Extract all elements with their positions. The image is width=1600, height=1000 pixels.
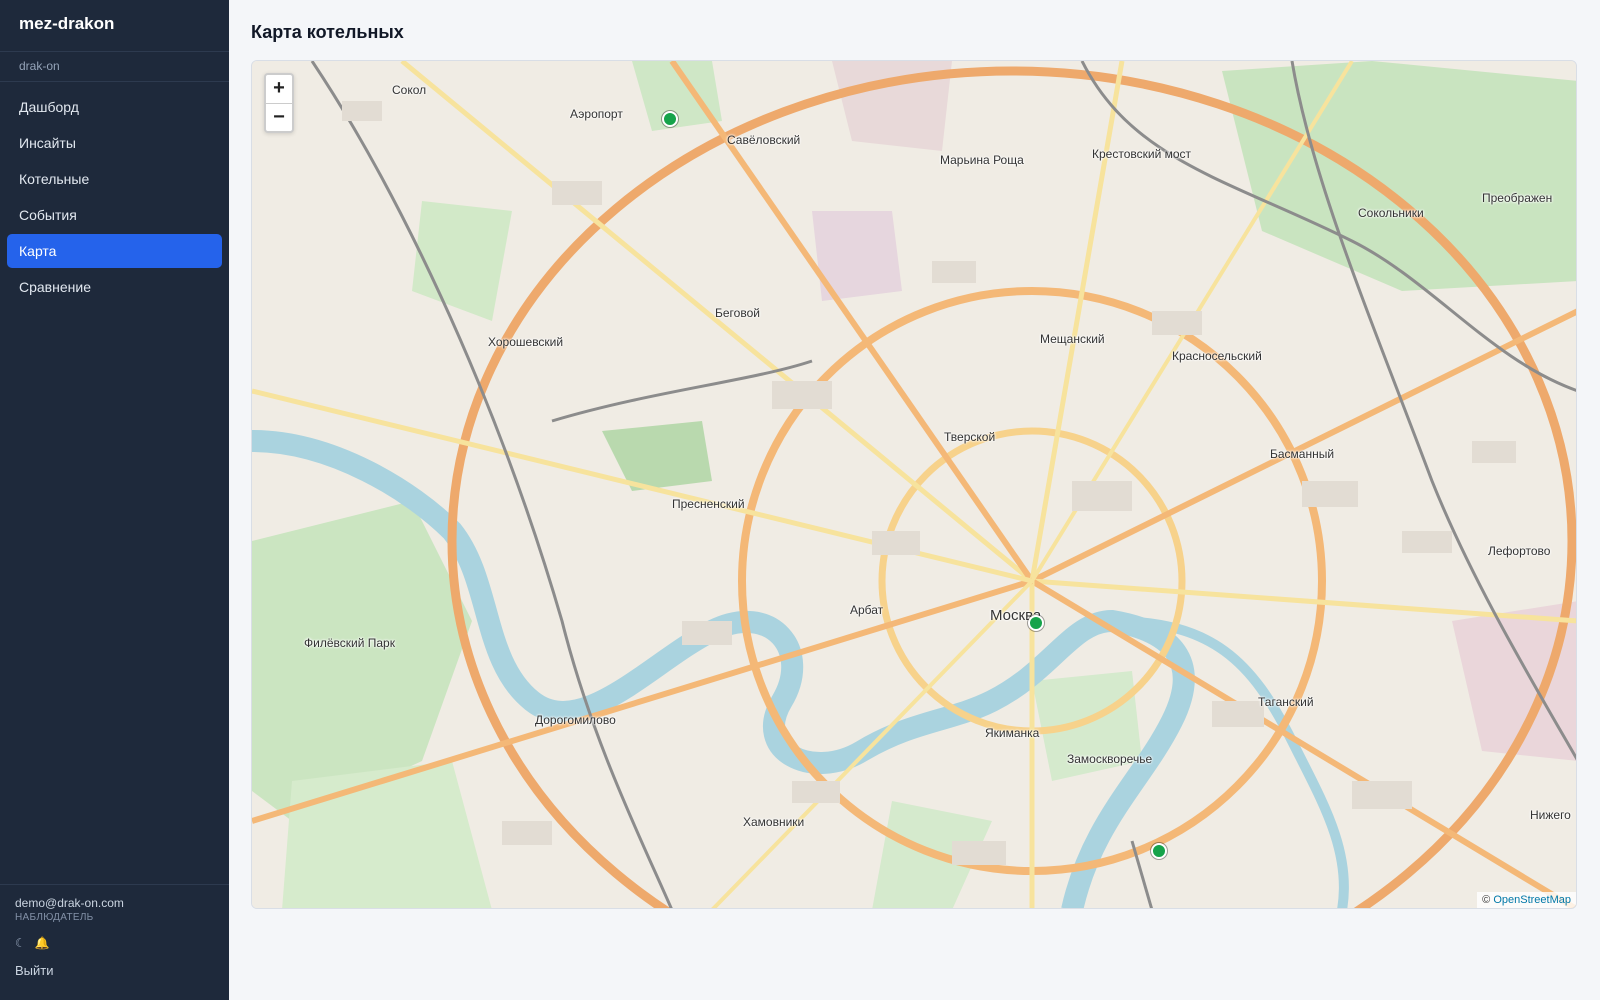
footer-icons: ☾ 🔔 (15, 936, 214, 950)
bell-icon[interactable]: 🔔 (35, 936, 50, 950)
sidebar-item-label: Сравнение (19, 279, 91, 295)
boiler-marker[interactable] (1151, 843, 1167, 859)
sidebar-nav: Дашборд Инсайты Котельные События Карта … (0, 82, 229, 304)
logout-button[interactable]: Выйти (15, 963, 214, 978)
sidebar-item-events[interactable]: События (7, 198, 222, 232)
map-attribution: © OpenStreetMap (1477, 892, 1576, 908)
sidebar-item-label: Инсайты (19, 135, 76, 151)
sidebar-item-boilers[interactable]: Котельные (7, 162, 222, 196)
sidebar-footer: demo@drak-on.com НАБЛЮДАТЕЛЬ ☾ 🔔 Выйти (0, 884, 229, 1000)
theme-toggle-icon[interactable]: ☾ (15, 936, 26, 950)
sidebar-item-label: События (19, 207, 77, 223)
zoom-control: + − (264, 73, 294, 133)
page-title: Карта котельных (251, 22, 404, 42)
sidebar-item-comparison[interactable]: Сравнение (7, 270, 222, 304)
map-tiles[interactable] (252, 61, 1577, 909)
app-name: mez-drakon (0, 0, 229, 52)
sidebar-item-map[interactable]: Карта (7, 234, 222, 268)
sidebar: mez-drakon drak-on Дашборд Инсайты Котел… (0, 0, 229, 1000)
zoom-out-button[interactable]: − (266, 103, 292, 131)
sidebar-item-insights[interactable]: Инсайты (7, 126, 222, 160)
org-name: drak-on (0, 52, 229, 82)
user-email: demo@drak-on.com (15, 896, 124, 910)
sidebar-item-label: Котельные (19, 171, 90, 187)
zoom-in-button[interactable]: + (266, 75, 292, 103)
sidebar-item-label: Карта (19, 243, 57, 259)
boiler-marker[interactable] (1028, 615, 1044, 631)
boiler-marker[interactable] (662, 111, 678, 127)
openstreetmap-link[interactable]: OpenStreetMap (1493, 894, 1571, 906)
map-container[interactable]: Сокол Аэропорт Савёловский Марьина Роща … (251, 60, 1577, 909)
user-role: НАБЛЮДАТЕЛЬ (15, 912, 94, 923)
sidebar-item-label: Дашборд (19, 99, 79, 115)
copyright-symbol: © (1482, 894, 1491, 906)
sidebar-item-dashboard[interactable]: Дашборд (7, 90, 222, 124)
